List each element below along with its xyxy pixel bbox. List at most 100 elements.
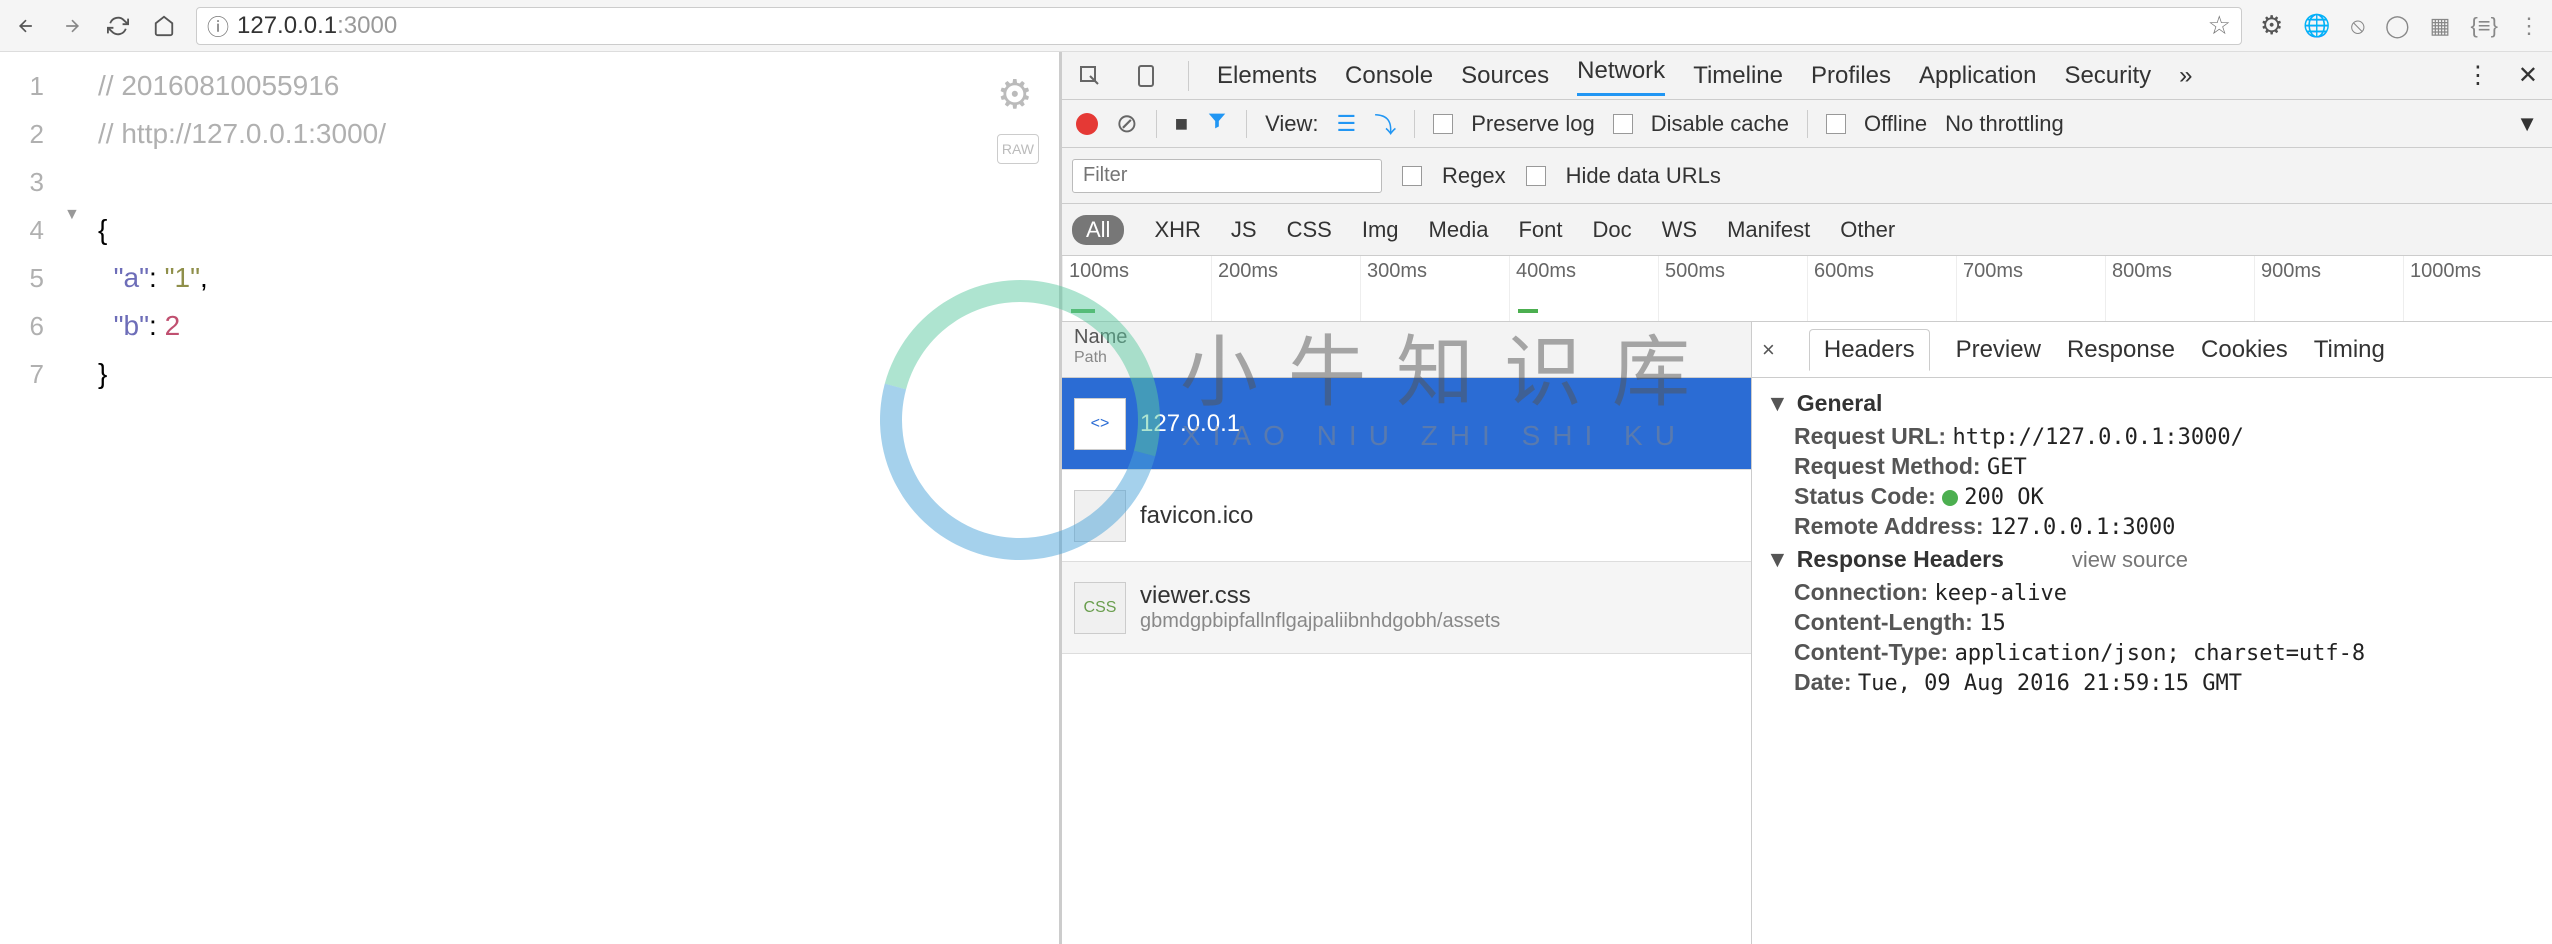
comment-line: // http://127.0.0.1:3000/ bbox=[98, 118, 386, 149]
gear-icon[interactable]: ⚙ bbox=[997, 72, 1039, 118]
headers-body: ▼General Request URL: http://127.0.0.1:3… bbox=[1752, 378, 2552, 944]
gear-icon[interactable]: ⚙ bbox=[2260, 10, 2283, 41]
status-dot-icon bbox=[1942, 490, 1958, 506]
request-name: 127.0.0.1 bbox=[1140, 410, 1240, 438]
request-detail: × Headers Preview Response Cookies Timin… bbox=[1752, 322, 2552, 944]
braces-icon[interactable]: {≡} bbox=[2470, 13, 2498, 39]
filter-img[interactable]: Img bbox=[1362, 217, 1399, 243]
menu-icon[interactable]: ⋮ bbox=[2518, 13, 2540, 39]
value: keep-alive bbox=[1935, 581, 2067, 606]
raw-icon[interactable]: RAW bbox=[997, 134, 1039, 164]
filter-manifest[interactable]: Manifest bbox=[1727, 217, 1810, 243]
throttling-select[interactable]: No throttling bbox=[1945, 111, 2064, 137]
globe-icon[interactable]: 🌐 bbox=[2303, 13, 2330, 39]
request-list: Name Path <> 127.0.0.1 favicon.ico CSS v… bbox=[1062, 322, 1752, 944]
record-button[interactable] bbox=[1076, 113, 1098, 135]
reload-button[interactable] bbox=[104, 12, 132, 40]
brace: { bbox=[98, 214, 107, 245]
request-row[interactable]: <> 127.0.0.1 bbox=[1062, 378, 1751, 470]
preserve-log-checkbox[interactable] bbox=[1433, 114, 1453, 134]
json-key: "a" bbox=[114, 262, 149, 293]
tab-network[interactable]: Network bbox=[1577, 57, 1665, 96]
tab-response[interactable]: Response bbox=[2067, 336, 2175, 364]
home-button[interactable] bbox=[150, 12, 178, 40]
value: 200 OK bbox=[1964, 485, 2043, 510]
tab-timing[interactable]: Timing bbox=[2314, 336, 2385, 364]
filter-icon[interactable] bbox=[1206, 110, 1228, 138]
tab-application[interactable]: Application bbox=[1919, 62, 2036, 90]
filter-ws[interactable]: WS bbox=[1662, 217, 1697, 243]
dropdown-icon[interactable]: ▼ bbox=[2516, 111, 2538, 137]
network-toolbar: ⊘ ■ View: ☰ ⤵ Preserve log Disable cache… bbox=[1062, 100, 2552, 148]
offline-label: Offline bbox=[1864, 111, 1927, 137]
tree-view-icon[interactable]: ⤵ bbox=[1374, 108, 1396, 140]
tab-profiles[interactable]: Profiles bbox=[1811, 62, 1891, 90]
request-row[interactable]: CSS viewer.css gbmdgpbipfallnflgajpaliib… bbox=[1062, 562, 1751, 654]
filter-doc[interactable]: Doc bbox=[1592, 217, 1631, 243]
filter-all[interactable]: All bbox=[1072, 215, 1124, 245]
type-filters: All XHR JS CSS Img Media Font Doc WS Man… bbox=[1062, 204, 2552, 256]
col-name: Name bbox=[1074, 326, 1739, 349]
section-response-headers[interactable]: ▼Response Headersview source bbox=[1766, 546, 2538, 573]
disable-cache-checkbox[interactable] bbox=[1613, 114, 1633, 134]
value: 127.0.0.1:3000 bbox=[1990, 515, 2175, 540]
tab-elements[interactable]: Elements bbox=[1217, 62, 1317, 90]
tab-console[interactable]: Console bbox=[1345, 62, 1433, 90]
filter-other[interactable]: Other bbox=[1840, 217, 1895, 243]
back-button[interactable] bbox=[12, 12, 40, 40]
tab-preview[interactable]: Preview bbox=[1956, 336, 2041, 364]
address-bar[interactable]: ⓘ 127.0.0.1:3000 ☆ bbox=[196, 7, 2242, 45]
view-label: View: bbox=[1265, 111, 1318, 137]
filter-bar: Regex Hide data URLs bbox=[1062, 148, 2552, 204]
star-icon[interactable]: ☆ bbox=[2208, 10, 2231, 41]
inspect-icon[interactable] bbox=[1076, 64, 1104, 88]
tab-sources[interactable]: Sources bbox=[1461, 62, 1549, 90]
comment-line: // 20160810055916 bbox=[98, 70, 339, 101]
value: Tue, 09 Aug 2016 21:59:15 GMT bbox=[1858, 671, 2242, 696]
request-list-header: Name Path bbox=[1062, 322, 1751, 378]
value: GET bbox=[1987, 455, 2027, 480]
json-key: "b" bbox=[114, 310, 149, 341]
browser-toolbar: ⓘ 127.0.0.1:3000 ☆ ⚙ 🌐 ⦸ ◯ ▦ {≡} ⋮ bbox=[0, 0, 2552, 52]
offline-checkbox[interactable] bbox=[1826, 114, 1846, 134]
filter-js[interactable]: JS bbox=[1231, 217, 1257, 243]
device-icon[interactable] bbox=[1132, 64, 1160, 88]
filter-media[interactable]: Media bbox=[1429, 217, 1489, 243]
filter-css[interactable]: CSS bbox=[1287, 217, 1332, 243]
close-icon[interactable]: ✕ bbox=[2518, 61, 2538, 90]
label: Request Method: bbox=[1794, 453, 1981, 479]
list-view-icon[interactable]: ☰ bbox=[1337, 111, 1357, 137]
label: Remote Address: bbox=[1794, 513, 1984, 539]
tab-timeline[interactable]: Timeline bbox=[1693, 62, 1783, 90]
col-path: Path bbox=[1074, 349, 1739, 367]
fold-icon[interactable]: ▼ bbox=[64, 206, 80, 224]
timeline-tick: 900ms bbox=[2254, 256, 2403, 321]
line-gutter: 1 2 3 4 5 6 7 bbox=[0, 52, 58, 944]
request-name: viewer.css bbox=[1140, 582, 1500, 610]
circle-icon[interactable]: ◯ bbox=[2385, 13, 2410, 39]
filter-font[interactable]: Font bbox=[1518, 217, 1562, 243]
extension-icons: ⚙ 🌐 ⦸ ◯ ▦ {≡} ⋮ bbox=[2260, 10, 2540, 41]
close-icon[interactable]: × bbox=[1762, 337, 1775, 363]
value: http://127.0.0.1:3000/ bbox=[1952, 425, 2243, 450]
url-text: 127.0.0.1:3000 bbox=[237, 12, 397, 40]
grid-icon[interactable]: ▦ bbox=[2430, 13, 2451, 39]
camera-icon[interactable]: ■ bbox=[1175, 111, 1188, 137]
tab-cookies[interactable]: Cookies bbox=[2201, 336, 2288, 364]
block-icon[interactable]: ⦸ bbox=[2351, 13, 2365, 39]
devtools-menu-icon[interactable]: ⋮ bbox=[2466, 61, 2490, 90]
tab-headers[interactable]: Headers bbox=[1809, 329, 1930, 371]
clear-icon[interactable]: ⊘ bbox=[1116, 108, 1138, 139]
json-value: 2 bbox=[165, 310, 181, 341]
regex-checkbox[interactable] bbox=[1402, 166, 1422, 186]
section-general[interactable]: ▼General bbox=[1766, 390, 2538, 417]
hide-urls-checkbox[interactable] bbox=[1526, 166, 1546, 186]
filter-xhr[interactable]: XHR bbox=[1154, 217, 1200, 243]
timeline[interactable]: 100ms 200ms 300ms 400ms 500ms 600ms 700m… bbox=[1062, 256, 2552, 322]
request-row[interactable]: favicon.ico bbox=[1062, 470, 1751, 562]
filter-input[interactable] bbox=[1072, 159, 1382, 193]
view-source-link[interactable]: view source bbox=[2072, 547, 2188, 573]
tab-security[interactable]: Security bbox=[2064, 62, 2151, 90]
more-tabs-icon[interactable]: » bbox=[2179, 62, 2192, 90]
forward-button[interactable] bbox=[58, 12, 86, 40]
